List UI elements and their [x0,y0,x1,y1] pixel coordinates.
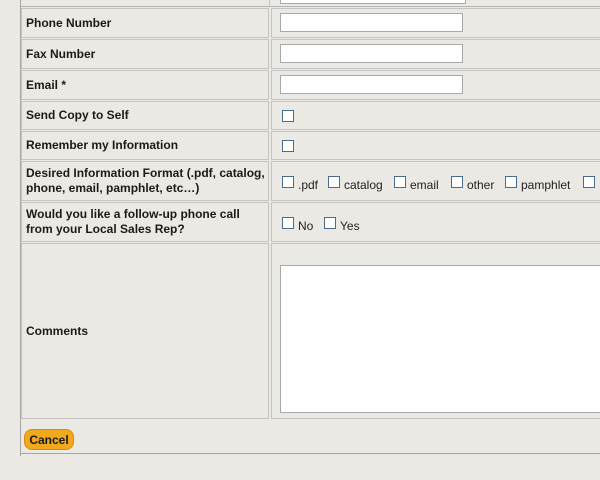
followup-yes-label: Yes [340,219,360,233]
cancel-button[interactable]: Cancel [24,429,74,450]
format-other-label: other [467,178,495,192]
followup-no-label: No [298,219,314,233]
fax-field-cell [271,39,600,69]
email-input[interactable] [280,75,463,94]
form-bottom-border [20,453,600,454]
fax-input[interactable] [280,44,463,63]
phone-input[interactable] [280,13,463,32]
previous-row-label-cell [21,0,270,6]
format-email-label: email [410,178,439,192]
format-field-cell: .pdf catalog email other pamphlet [271,161,600,201]
comments-label: Comments [21,243,269,419]
email-row: Email * [21,70,600,100]
send-copy-field-cell [271,101,600,130]
remember-label: Remember my Information [21,131,269,160]
format-email-checkbox[interactable] [394,176,406,188]
format-catalog-checkbox[interactable] [328,176,340,188]
comments-row: Comments .:: [21,243,600,419]
format-pdf-label: .pdf [298,178,319,192]
comments-textarea[interactable]: .:: [280,265,600,413]
format-pamphlet-checkbox[interactable] [505,176,517,188]
phone-label: Phone Number [21,8,269,38]
followup-yes-checkbox[interactable] [324,217,336,229]
followup-field-cell: No Yes [271,202,600,242]
remember-row: Remember my Information [21,131,600,160]
comments-field-cell: .:: [271,243,600,419]
phone-field-cell [271,8,600,38]
format-pamphlet-label: pamphlet [521,178,571,192]
email-label: Email * [21,70,269,100]
remember-checkbox[interactable] [282,140,294,152]
format-other-checkbox[interactable] [451,176,463,188]
format-pdf-checkbox[interactable] [282,176,294,188]
fax-label: Fax Number [21,39,269,69]
phone-row: Phone Number [21,8,600,38]
followup-label: Would you like a follow-up phone call fr… [21,202,269,242]
fax-row: Fax Number [21,39,600,69]
followup-no-checkbox[interactable] [282,217,294,229]
followup-row: Would you like a follow-up phone call fr… [21,202,600,242]
format-catalog-label: catalog [344,178,383,192]
format-row: Desired Information Format (.pdf, catalo… [21,161,600,201]
format-phone-checkbox[interactable] [583,176,595,188]
send-copy-row: Send Copy to Self [21,101,600,130]
previous-row-input[interactable] [280,0,466,4]
send-copy-label: Send Copy to Self [21,101,269,130]
send-copy-checkbox[interactable] [282,110,294,122]
remember-field-cell [271,131,600,160]
previous-row-edge [21,0,600,7]
email-field-cell [271,70,600,100]
format-label: Desired Information Format (.pdf, catalo… [21,161,269,201]
